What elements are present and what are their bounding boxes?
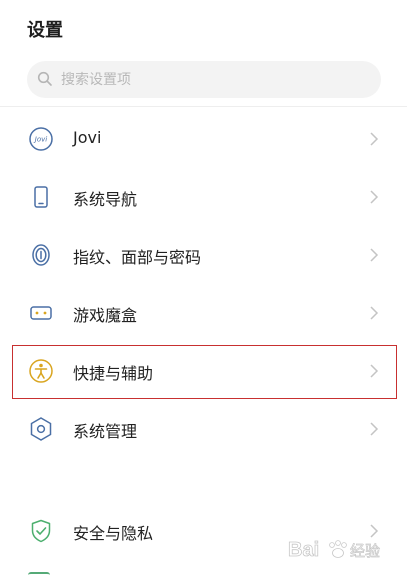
partial-item-icon xyxy=(28,572,50,581)
page-title: 设置 xyxy=(27,20,63,41)
search-icon xyxy=(37,71,52,86)
settings-item-fingerprint-face-password[interactable]: 指纹、面部与密码 xyxy=(0,230,407,280)
settings-item-jovi[interactable]: Jovi Jovi xyxy=(0,114,407,164)
settings-item-label: 系统管理 xyxy=(73,422,138,441)
phone-icon xyxy=(28,184,54,210)
shield-check-icon xyxy=(28,518,54,544)
settings-item-label: 快捷与辅助 xyxy=(73,364,154,383)
hexagon-settings-icon xyxy=(28,416,54,442)
settings-item-game-box[interactable]: 游戏魔盒 xyxy=(0,288,407,338)
chevron-right-icon xyxy=(370,190,379,204)
chevron-right-icon xyxy=(370,132,379,146)
chevron-right-icon xyxy=(370,248,379,262)
svg-text:经验: 经验 xyxy=(350,542,380,560)
chevron-right-icon xyxy=(370,422,379,436)
settings-item-label: 安全与隐私 xyxy=(73,524,154,543)
chevron-right-icon xyxy=(370,364,379,378)
svg-text:Bai: Bai xyxy=(288,539,319,561)
settings-item-label: 游戏魔盒 xyxy=(73,306,138,325)
gamepad-icon xyxy=(28,300,54,326)
settings-item-label: 系统导航 xyxy=(73,190,138,209)
fingerprint-icon xyxy=(28,242,54,268)
settings-item-shortcuts-accessibility[interactable]: 快捷与辅助 xyxy=(0,346,407,396)
baidu-watermark: Bai 经验 xyxy=(288,539,381,562)
accessibility-icon xyxy=(28,358,54,384)
settings-item-label: 指纹、面部与密码 xyxy=(73,248,202,267)
search-input[interactable] xyxy=(61,61,361,98)
search-bar[interactable] xyxy=(27,61,381,98)
chevron-right-icon xyxy=(370,306,379,320)
settings-item-label: Jovi xyxy=(73,128,102,147)
settings-item-system-navigation[interactable]: 系统导航 xyxy=(0,172,407,222)
divider xyxy=(0,106,407,107)
svg-text:Jovi: Jovi xyxy=(33,136,47,144)
settings-item-system-management[interactable]: 系统管理 xyxy=(0,404,407,454)
jovi-icon: Jovi xyxy=(28,126,54,152)
